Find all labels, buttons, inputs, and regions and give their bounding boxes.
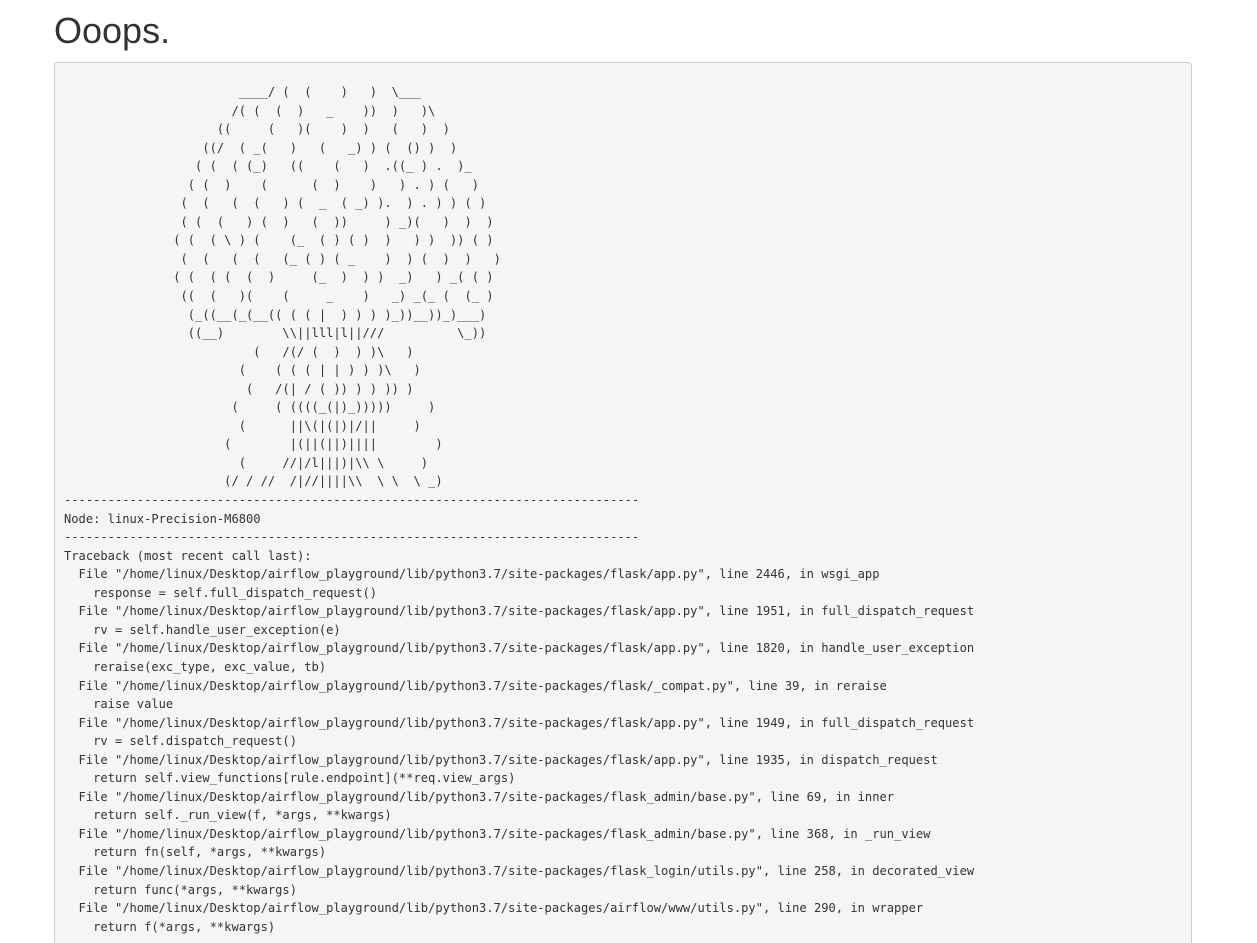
error-traceback-text[interactable]: ____/ ( ( ) ) \___ /( ( ( ) _ )) ) )\ ((… <box>55 63 1191 936</box>
page-title: Ooops. <box>54 10 171 51</box>
error-traceback-panel: ____/ ( ( ) ) \___ /( ( ( ) _ )) ) )\ ((… <box>54 62 1192 943</box>
